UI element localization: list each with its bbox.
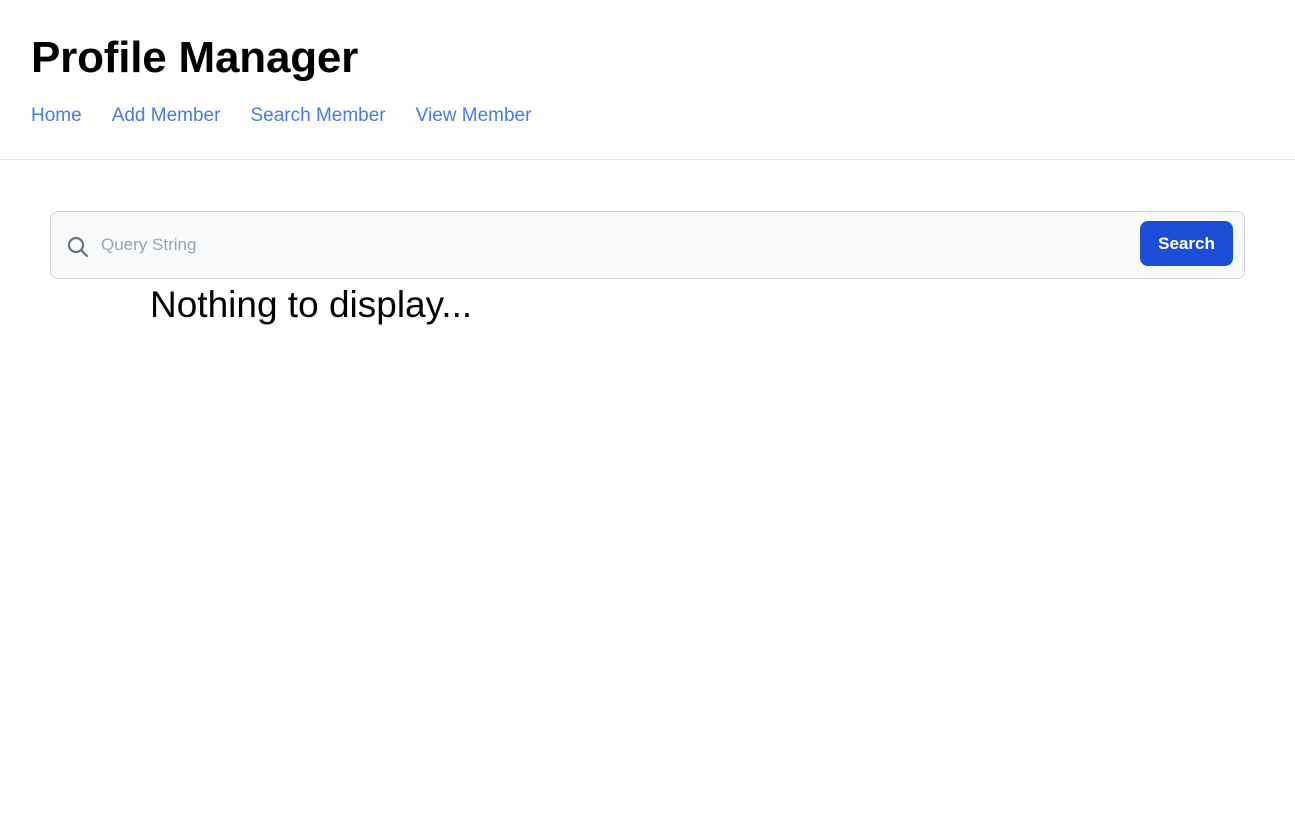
site-header: Profile Manager Home Add Member Search M… bbox=[0, 0, 1295, 160]
search-form: Search bbox=[50, 211, 1245, 279]
search-button[interactable]: Search bbox=[1140, 221, 1233, 266]
empty-results-message: Nothing to display... bbox=[150, 284, 473, 325]
nav-link-view-member[interactable]: View Member bbox=[416, 103, 532, 129]
page-title: Profile Manager bbox=[31, 33, 359, 82]
nav-link-add-member[interactable]: Add Member bbox=[112, 103, 221, 129]
nav-link-search-member[interactable]: Search Member bbox=[250, 103, 385, 129]
main-nav: Home Add Member Search Member View Membe… bbox=[31, 103, 531, 129]
nav-link-home[interactable]: Home bbox=[31, 103, 82, 129]
search-icon bbox=[66, 235, 90, 259]
search-input[interactable] bbox=[101, 224, 1131, 266]
